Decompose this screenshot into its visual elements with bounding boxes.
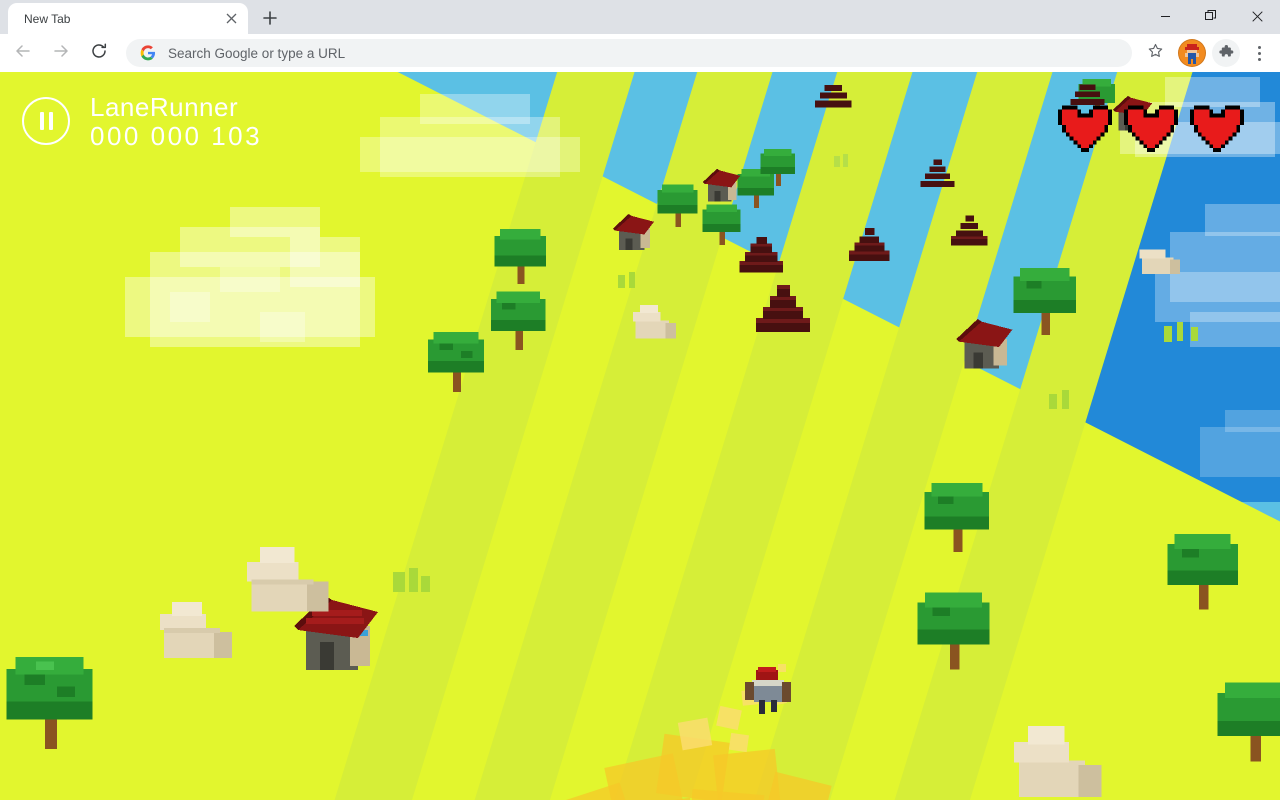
extensions-button[interactable] (1212, 39, 1240, 67)
omnibox-placeholder: Search Google or type a URL (168, 45, 346, 61)
heart-icon (1190, 98, 1248, 152)
house-sprite (612, 212, 656, 259)
tree-sprite (655, 177, 703, 234)
bush-sprite (1163, 322, 1205, 353)
rock-sprite (238, 532, 342, 623)
tree-sprite (0, 642, 105, 757)
arrow-left-icon (14, 42, 32, 65)
arrow-right-icon (52, 42, 70, 65)
omnibox[interactable]: Search Google or type a URL (126, 39, 1132, 67)
obstacle-pyramid (918, 154, 958, 195)
minimize-button[interactable] (1142, 0, 1188, 32)
google-g-icon (140, 45, 156, 61)
forward-button[interactable] (44, 36, 78, 70)
close-icon[interactable] (220, 8, 242, 30)
bush-sprite (617, 272, 641, 299)
reload-icon (90, 42, 108, 65)
tree-sprite (1212, 670, 1280, 769)
tab-strip: New Tab (0, 0, 1280, 34)
back-button[interactable] (6, 36, 40, 70)
cloud-sprite (360, 82, 600, 207)
obstacle-pyramid (948, 210, 992, 253)
tree-sprite (1162, 522, 1248, 617)
cloud-sprite (110, 192, 400, 387)
bush-sprite (1048, 390, 1078, 421)
window-controls (1142, 0, 1280, 32)
rock-sprite (152, 584, 248, 669)
game-viewport[interactable]: LaneRunner 000 000 103 (0, 72, 1280, 800)
browser-toolbar: Search Google or type a URL (0, 34, 1280, 72)
pause-button[interactable] (22, 97, 70, 145)
tree-sprite (487, 282, 553, 357)
rock-sprite (628, 294, 686, 347)
rock-sprite (1135, 232, 1189, 283)
obstacle-pyramid (812, 72, 856, 115)
tab-title: New Tab (24, 11, 71, 26)
new-tab-button[interactable] (256, 6, 284, 34)
heart-icon (1124, 98, 1182, 152)
tab-new-tab[interactable]: New Tab (8, 3, 248, 34)
tree-sprite (920, 472, 998, 559)
pause-icon (48, 112, 53, 130)
bookmark-button[interactable] (1140, 38, 1170, 68)
heart-icon (1058, 98, 1116, 152)
obstacle-pyramid (846, 222, 894, 269)
bush-sprite (833, 154, 853, 177)
player-runner (740, 664, 796, 723)
star-icon (1147, 42, 1164, 64)
obstacle-pyramid (752, 280, 816, 341)
reload-button[interactable] (82, 36, 116, 70)
game-title: LaneRunner (90, 92, 239, 122)
tree-sprite (758, 142, 800, 193)
rock-sprite (1005, 712, 1115, 800)
avatar-icon (1179, 44, 1205, 66)
tree-sprite (491, 220, 553, 291)
plus-icon (263, 10, 277, 30)
obstacle-pyramid (736, 230, 788, 281)
score-display: 000 000 103 (90, 121, 263, 152)
profile-avatar[interactable] (1178, 39, 1206, 67)
lives-indicator (1058, 98, 1248, 152)
restore-button[interactable] (1188, 0, 1234, 32)
bush-sprite (391, 566, 433, 607)
tree-sprite (1008, 257, 1086, 342)
pause-icon (39, 112, 44, 130)
browser-window: New Tab Search Google or type a URL Lane… (0, 0, 1280, 800)
game-hud: LaneRunner 000 000 103 (22, 92, 263, 152)
house-sprite (702, 167, 742, 210)
house-sprite (955, 317, 1015, 378)
puzzle-piece-icon (1218, 43, 1234, 64)
three-dot-menu-icon[interactable] (1244, 38, 1274, 68)
dust-burst (520, 642, 940, 800)
tree-sprite (424, 322, 492, 399)
close-button[interactable] (1234, 0, 1280, 32)
cloud-sprite (1190, 402, 1280, 517)
hud-text-block: LaneRunner 000 000 103 (90, 92, 263, 152)
